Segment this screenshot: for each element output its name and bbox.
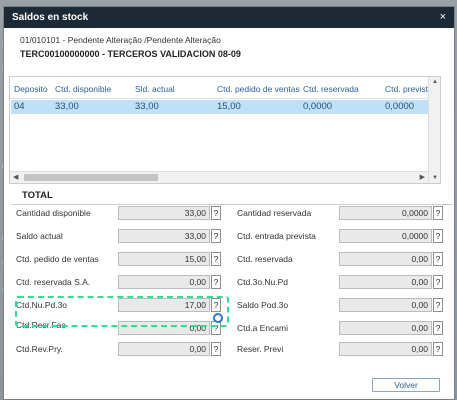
column-header-sld-actual[interactable]: Sld. actual xyxy=(135,84,215,94)
stock-grid[interactable]: Deposito Ctd. disponible Sld. actual Ctd… xyxy=(9,76,441,184)
label-ctd-reservada: Ctd. reservada xyxy=(237,254,293,264)
warehouse-line: TERC00100000000 - TERCEROS VALIDACION 08… xyxy=(20,49,241,59)
horizontal-scrollbar[interactable]: ◀ ▶ xyxy=(10,171,428,183)
help-button[interactable]: ? xyxy=(433,321,443,335)
column-header-ctd-reservada[interactable]: Ctd. reservada xyxy=(303,84,383,94)
scroll-left-icon[interactable]: ◀ xyxy=(13,173,18,181)
value-ctd-entrada-prevista: 0,0000 xyxy=(339,229,432,243)
column-header-deposito[interactable]: Deposito xyxy=(14,84,56,94)
back-button[interactable]: Volver xyxy=(372,378,440,392)
close-icon[interactable]: × xyxy=(440,11,446,23)
cell-ctd-reservada: 0,0000 xyxy=(303,101,333,112)
grid-header: Deposito Ctd. disponible Sld. actual Ctd… xyxy=(10,77,440,99)
scroll-thumb[interactable] xyxy=(24,174,158,181)
label-ctd-reservada-sa: Ctd. reservada S.A. xyxy=(16,277,91,287)
help-button[interactable]: ? xyxy=(211,321,221,335)
cell-deposito: 04 xyxy=(14,101,25,112)
cell-ctd-disponible: 33,00 xyxy=(55,101,79,112)
dialog-titlebar: Saldos en stock × xyxy=(4,7,454,28)
label-ctd-entrada-prevista: Ctd. entrada prevista xyxy=(237,231,316,241)
value-ctd-a-encami: 0,00 xyxy=(339,321,432,335)
product-code-line: 01/010101 - Pendente Alteração /Pendente… xyxy=(20,35,221,45)
label-ctd-a-encami: Ctd.a Encami xyxy=(237,323,289,333)
label-ctd-nu-pd-3o: Ctd.Nu.Pd.3o xyxy=(16,300,68,310)
help-button[interactable]: ? xyxy=(433,342,443,356)
value-cantidad-disponible: 33,00 xyxy=(118,206,210,220)
help-button[interactable]: ? xyxy=(211,275,221,289)
label-ctd-resr-fac: Ctd.Resr.Fac xyxy=(16,320,66,330)
help-button[interactable]: ? xyxy=(211,298,221,312)
cell-ctd-prevista: 0,0000 xyxy=(385,101,415,112)
help-button[interactable]: ? xyxy=(211,252,221,266)
help-button[interactable]: ? xyxy=(433,298,443,312)
label-cantidad-disponible: Cantidad disponible xyxy=(16,208,91,218)
label-ctd-pedido-ventas: Ctd. pedido de ventas xyxy=(16,254,99,264)
label-cantidad-reservada: Cantidad reservada xyxy=(237,208,312,218)
value-ctd-3o-nu-pd: 0,00 xyxy=(339,275,432,289)
value-cantidad-reservada: 0,0000 xyxy=(339,206,432,220)
scroll-down-icon[interactable]: ▼ xyxy=(432,175,438,181)
help-button[interactable]: ? xyxy=(433,206,443,220)
value-ctd-rev-pry: 0,00 xyxy=(118,342,210,356)
help-button[interactable]: ? xyxy=(433,275,443,289)
help-button[interactable]: ? xyxy=(211,206,221,220)
scroll-up-icon[interactable]: ▲ xyxy=(432,79,438,85)
value-reser-previ: 0,00 xyxy=(339,342,432,356)
value-ctd-reservada: 0,00 xyxy=(339,252,432,266)
value-ctd-pedido-ventas: 15,00 xyxy=(118,252,210,266)
column-header-ctd-disponible[interactable]: Ctd. disponible xyxy=(55,84,135,94)
table-row[interactable]: 04 33,00 33,00 15,00 0,0000 0,0000 xyxy=(11,100,430,114)
value-ctd-nu-pd-3o: 17,00 xyxy=(118,298,210,312)
value-ctd-resr-fac: 0,00 xyxy=(118,321,210,335)
cursor-indicator xyxy=(213,313,223,323)
label-reser-previ: Reser. Previ xyxy=(237,344,284,354)
vertical-scrollbar[interactable]: ▲ ▼ xyxy=(428,77,440,183)
label-saldo-pod-3o: Saldo Pod.3o xyxy=(237,300,289,310)
dialog-title: Saldos en stock xyxy=(12,12,89,23)
column-header-ctd-pedido-ventas[interactable]: Ctd. pedido de ventas xyxy=(217,84,301,94)
scroll-right-icon[interactable]: ▶ xyxy=(420,173,425,181)
cell-sld-actual: 33,00 xyxy=(135,101,159,112)
cell-ctd-pedido-ventas: 15,00 xyxy=(217,101,241,112)
label-ctd-rev-pry: Ctd.Rev.Pry. xyxy=(16,344,63,354)
column-header-ctd-prevista[interactable]: Ctd. prevista e xyxy=(385,84,430,94)
label-saldo-actual: Saldo actual xyxy=(16,231,63,241)
stock-balance-dialog: Saldos en stock × 01/010101 - Pendente A… xyxy=(3,6,455,400)
label-ctd-3o-nu-pd: Ctd.3o.Nu.Pd xyxy=(237,277,289,287)
help-button[interactable]: ? xyxy=(433,229,443,243)
total-heading: TOTAL xyxy=(22,190,53,201)
value-saldo-actual: 33,00 xyxy=(118,229,210,243)
divider xyxy=(12,204,452,205)
help-button[interactable]: ? xyxy=(211,229,221,243)
help-button[interactable]: ? xyxy=(211,342,221,356)
help-button[interactable]: ? xyxy=(433,252,443,266)
value-ctd-reservada-sa: 0,00 xyxy=(118,275,210,289)
value-saldo-pod-3o: 0,00 xyxy=(339,298,432,312)
